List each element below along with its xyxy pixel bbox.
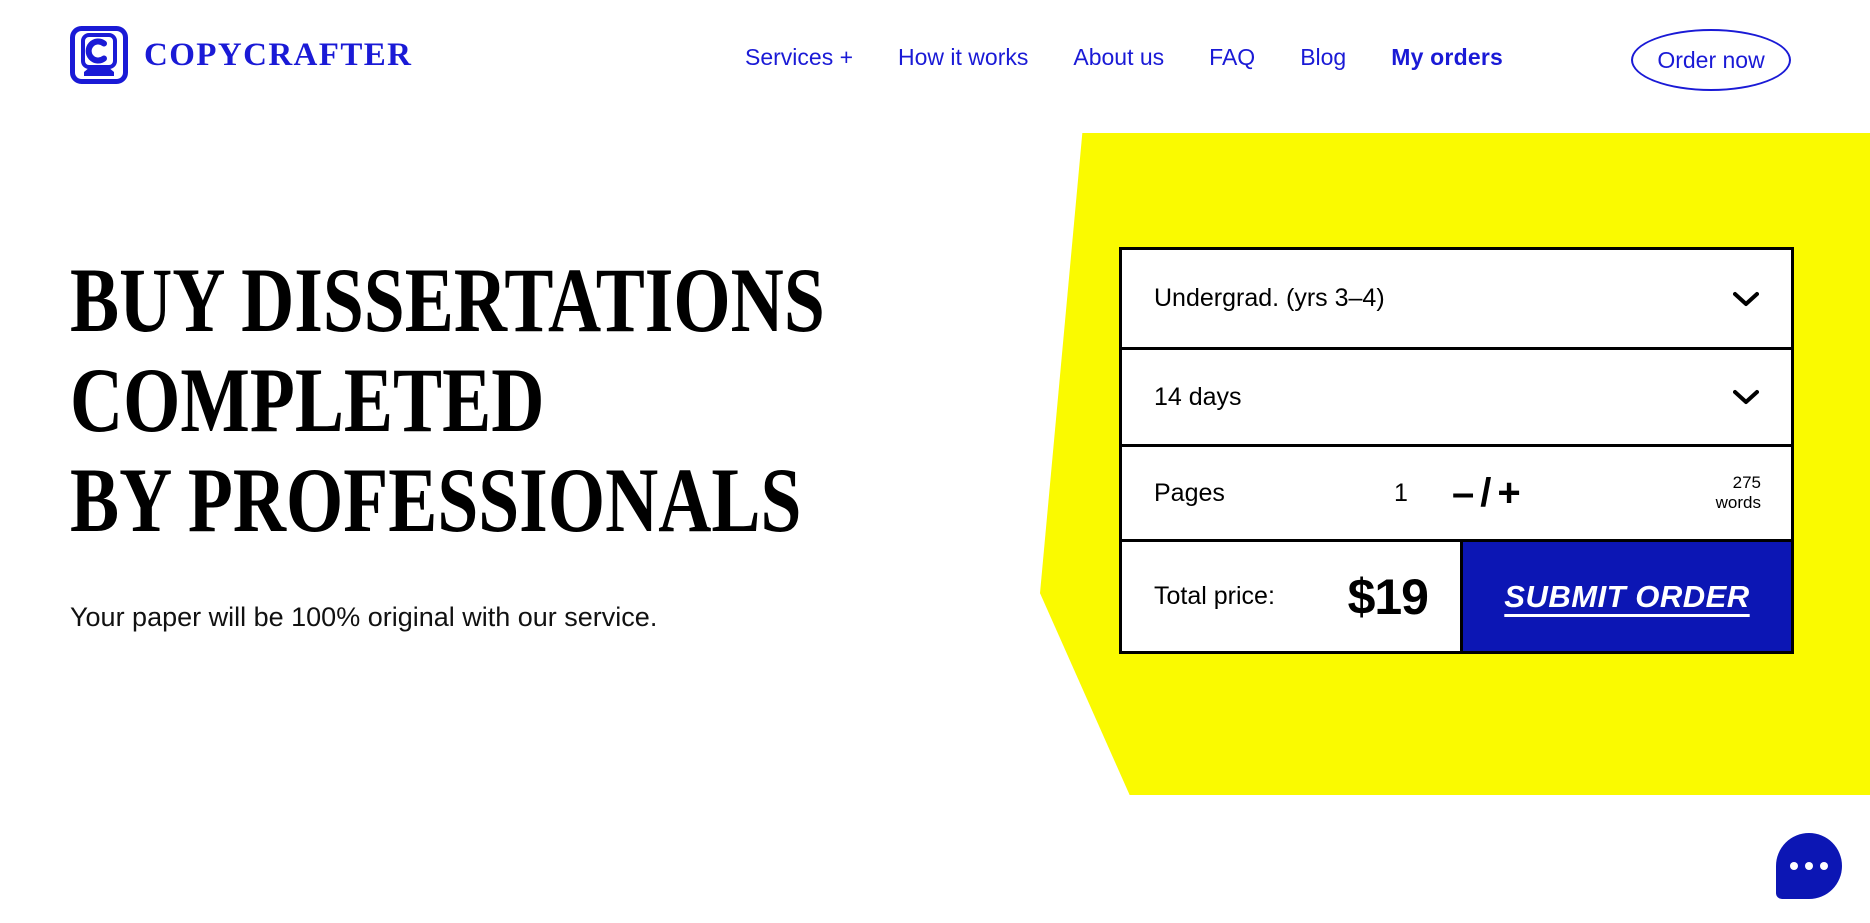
words-count: 275 words bbox=[1716, 473, 1761, 512]
chat-dot bbox=[1820, 862, 1828, 870]
chat-dot bbox=[1805, 862, 1813, 870]
pages-row: Pages 1 – / + 275 words bbox=[1122, 444, 1791, 539]
keyboard-key-c-icon bbox=[70, 26, 128, 84]
brand-logo[interactable]: COPYCRAFTER bbox=[70, 26, 412, 84]
brand-name: COPYCRAFTER bbox=[144, 36, 413, 73]
chevron-down-icon bbox=[1733, 291, 1759, 306]
nav-item-about-us[interactable]: About us bbox=[1073, 40, 1164, 76]
nav-item-how-it-works[interactable]: How it works bbox=[898, 40, 1028, 76]
nav-item-faq[interactable]: FAQ bbox=[1209, 40, 1255, 76]
pages-count-value: 1 bbox=[1394, 478, 1408, 507]
chevron-down-icon bbox=[1733, 390, 1759, 404]
site-header: COPYCRAFTER Services + How it works Abou… bbox=[0, 0, 1870, 124]
order-calculator-card: Undergrad. (yrs 3–4) 14 days Pages 1 – /… bbox=[1119, 247, 1794, 654]
main-navigation: Services + How it works About us FAQ Blo… bbox=[745, 40, 1548, 76]
nav-item-services[interactable]: Services + bbox=[745, 40, 853, 76]
order-now-button[interactable]: Order now bbox=[1631, 29, 1791, 91]
academic-level-value: Undergrad. (yrs 3–4) bbox=[1154, 284, 1385, 312]
pages-decrement-button[interactable]: – bbox=[1452, 473, 1476, 513]
deadline-value: 14 days bbox=[1154, 382, 1242, 411]
total-price-label: Total price: bbox=[1154, 582, 1275, 611]
total-row: Total price: $19 SUBMIT ORDER bbox=[1122, 539, 1791, 651]
deadline-select[interactable]: 14 days bbox=[1122, 347, 1791, 444]
pages-increment-button[interactable]: + bbox=[1497, 473, 1522, 513]
pages-label: Pages bbox=[1154, 478, 1225, 507]
page-title: BUY DISSERTATIONS COMPLETED BY PROFESSIO… bbox=[70, 249, 825, 551]
words-count-label: words bbox=[1715, 493, 1761, 512]
academic-level-select[interactable]: Undergrad. (yrs 3–4) bbox=[1122, 250, 1791, 347]
nav-item-my-orders[interactable]: My orders bbox=[1391, 40, 1503, 76]
chat-bubble-ellipsis-icon[interactable] bbox=[1776, 833, 1842, 899]
hero-subtitle: Your paper will be 100% original with ou… bbox=[70, 602, 658, 632]
pages-stepper[interactable]: – / + bbox=[1452, 473, 1523, 513]
nav-item-blog[interactable]: Blog bbox=[1300, 40, 1346, 76]
submit-order-button[interactable]: SUBMIT ORDER bbox=[1460, 542, 1791, 651]
stepper-divider: / bbox=[1480, 471, 1494, 515]
total-price-group: Total price: $19 bbox=[1122, 542, 1460, 651]
hero-section: BUY DISSERTATIONS COMPLETED BY PROFESSIO… bbox=[70, 250, 1013, 635]
words-count-number: 275 bbox=[1732, 473, 1761, 493]
chat-dot bbox=[1790, 862, 1798, 870]
total-price-value: $19 bbox=[1347, 568, 1429, 625]
